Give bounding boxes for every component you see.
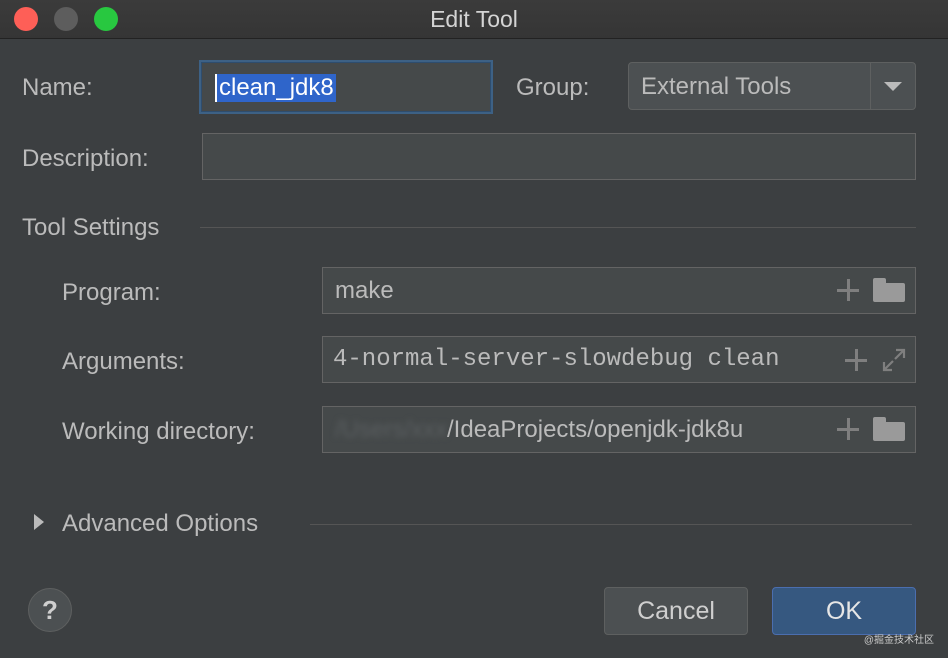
- help-icon: ?: [42, 595, 58, 625]
- working-directory-path: /IdeaProjects/openjdk-jdk8u: [447, 416, 744, 443]
- add-icon[interactable]: [837, 279, 859, 301]
- working-directory-label: Working directory:: [62, 418, 255, 445]
- obscured-path: /Users/xxx: [335, 416, 448, 443]
- add-icon[interactable]: [837, 418, 859, 440]
- working-directory-input-value: /Users/xxx/IdeaProjects/openjdk-jdk8u: [335, 416, 743, 444]
- expand-icon[interactable]: [881, 347, 907, 373]
- arguments-actions: [839, 347, 907, 373]
- name-input[interactable]: clean_jdk8: [199, 60, 493, 114]
- folder-icon[interactable]: [873, 278, 905, 302]
- folder-icon[interactable]: [873, 417, 905, 441]
- ok-button[interactable]: OK: [772, 587, 916, 635]
- chevron-right-icon[interactable]: [34, 514, 44, 530]
- advanced-options-title[interactable]: Advanced Options: [62, 510, 258, 538]
- program-label: Program:: [62, 279, 161, 306]
- help-button[interactable]: ?: [28, 588, 72, 632]
- watermark: @掘金技术社区: [863, 635, 934, 646]
- program-input-value: make: [335, 277, 394, 304]
- program-input[interactable]: make: [322, 267, 916, 314]
- arguments-input-value: 4-normal-server-slowdebug clean: [333, 346, 780, 373]
- name-input-value: clean_jdk8: [215, 74, 336, 102]
- add-icon[interactable]: [845, 349, 867, 371]
- arguments-input[interactable]: 4-normal-server-slowdebug clean: [322, 336, 916, 383]
- working-directory-actions: [831, 417, 905, 441]
- window-title: Edit Tool: [430, 6, 518, 32]
- section-divider: [200, 227, 916, 228]
- section-divider: [310, 524, 912, 525]
- cancel-button[interactable]: Cancel: [604, 587, 748, 635]
- description-input[interactable]: [202, 133, 916, 180]
- group-combobox[interactable]: External Tools: [628, 62, 916, 110]
- working-directory-input[interactable]: /Users/xxx/IdeaProjects/openjdk-jdk8u: [322, 406, 916, 453]
- name-label: Name:: [22, 74, 93, 101]
- tool-settings-title: Tool Settings: [22, 214, 160, 241]
- dropdown-arrow-icon[interactable]: [870, 63, 915, 109]
- group-combobox-value: External Tools: [641, 73, 792, 100]
- group-label: Group:: [516, 74, 590, 101]
- arguments-label: Arguments:: [62, 348, 185, 375]
- title-bar: Edit Tool: [0, 0, 948, 39]
- program-actions: [837, 278, 905, 302]
- description-label: Description:: [22, 145, 149, 172]
